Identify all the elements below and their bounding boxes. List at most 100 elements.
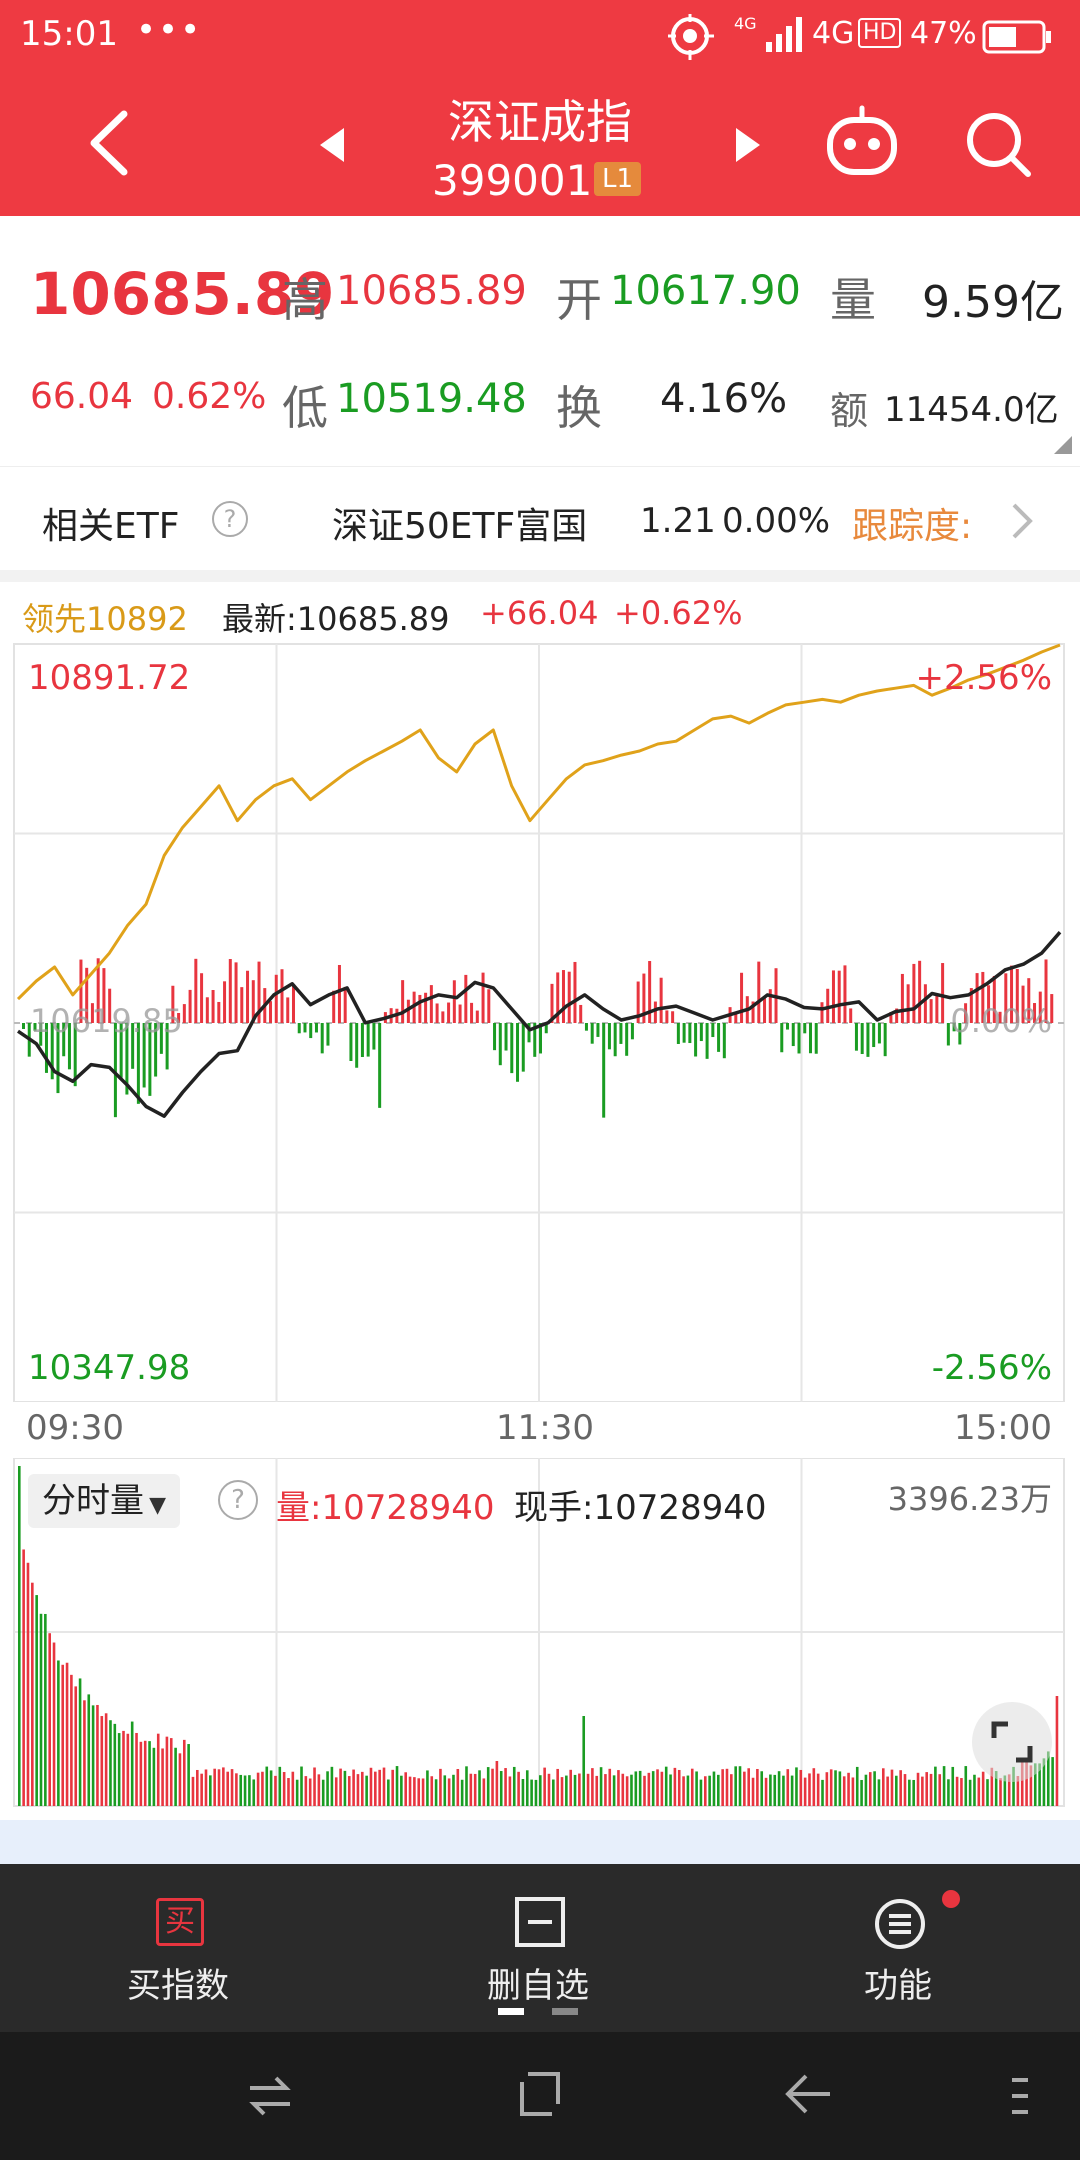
volume-help-icon[interactable]: ? bbox=[218, 1480, 258, 1520]
robot-icon[interactable] bbox=[824, 104, 900, 180]
home-icon[interactable] bbox=[516, 2070, 564, 2118]
breadth-bar bbox=[498, 1023, 502, 1066]
volume-bar bbox=[356, 1774, 360, 1806]
menu-circle-icon bbox=[875, 1899, 925, 1949]
next-stock-icon[interactable] bbox=[734, 126, 762, 164]
volume-bar bbox=[821, 1779, 824, 1806]
volume-bar bbox=[686, 1775, 690, 1806]
volume-bar bbox=[369, 1767, 373, 1806]
breadth-bar bbox=[843, 965, 847, 1023]
breadth-bar bbox=[676, 1023, 680, 1044]
volume-bar bbox=[860, 1779, 863, 1806]
volume-bar bbox=[44, 1613, 47, 1806]
volume-bar bbox=[174, 1747, 177, 1806]
volume-bar bbox=[712, 1771, 716, 1806]
volume-bar bbox=[217, 1769, 221, 1806]
volume-bar bbox=[387, 1779, 390, 1806]
volume-bar bbox=[261, 1771, 264, 1806]
breadth-bar bbox=[269, 1001, 273, 1023]
breadth-bar bbox=[659, 977, 663, 1023]
volume-bar bbox=[925, 1772, 929, 1806]
price-chart-svg[interactable] bbox=[0, 582, 1080, 1402]
breadth-bar bbox=[803, 1023, 807, 1034]
volume-bar bbox=[934, 1766, 937, 1806]
volume-bar bbox=[760, 1771, 764, 1806]
volume-bar bbox=[895, 1775, 898, 1806]
x-tick-1130: 11:30 bbox=[496, 1408, 594, 1448]
breadth-bar bbox=[475, 1010, 479, 1023]
breadth-bar bbox=[717, 1023, 721, 1052]
related-etf-row[interactable]: 相关ETF ? 深证50ETF富国 1.21 0.00% 跟踪度: bbox=[0, 466, 1080, 570]
page-indicator bbox=[552, 2008, 578, 2015]
search-icon[interactable] bbox=[962, 108, 1034, 180]
switch-app-icon[interactable] bbox=[246, 2074, 294, 2118]
breadth-bar bbox=[314, 1023, 318, 1033]
volume-bar bbox=[326, 1771, 329, 1806]
level-badge: L1 bbox=[594, 162, 642, 196]
volume-bar bbox=[573, 1774, 577, 1806]
breadth-bar bbox=[309, 1023, 313, 1039]
breadth-bar bbox=[343, 986, 347, 1023]
volume-bar bbox=[847, 1772, 850, 1806]
volume-bar bbox=[39, 1613, 43, 1806]
volume-bar bbox=[48, 1633, 51, 1806]
change-value: 66.04 bbox=[30, 376, 134, 417]
breadth-bar bbox=[280, 969, 284, 1023]
expand-corner-icon[interactable] bbox=[1054, 436, 1072, 454]
volume-bar bbox=[35, 1595, 38, 1806]
more-menu-icon[interactable] bbox=[1010, 2074, 1030, 2118]
volume-bar bbox=[460, 1779, 464, 1806]
function-button[interactable]: 功能 bbox=[820, 1878, 980, 2006]
volume-bar bbox=[395, 1766, 399, 1806]
etf-label: 相关ETF bbox=[42, 506, 180, 547]
breadth-bar bbox=[780, 1023, 784, 1053]
buy-index-button[interactable]: 买 买指数 bbox=[100, 1878, 260, 2006]
breadth-bar bbox=[223, 981, 227, 1023]
volume-bar bbox=[452, 1774, 455, 1806]
promo-banner[interactable] bbox=[0, 1820, 1080, 1864]
breadth-bar bbox=[699, 1023, 703, 1042]
volume-selector[interactable]: 分时量 ▼ bbox=[28, 1474, 181, 1528]
breadth-bar bbox=[883, 1023, 887, 1057]
breadth-bar bbox=[900, 973, 904, 1023]
page-indicator-active bbox=[498, 2008, 524, 2015]
volume-bar bbox=[556, 1768, 559, 1806]
volume-bar bbox=[890, 1769, 894, 1806]
volume-bar bbox=[352, 1769, 355, 1806]
volume-bar bbox=[495, 1761, 499, 1806]
volume-bar bbox=[530, 1779, 533, 1806]
volume-bar bbox=[512, 1766, 516, 1806]
breadth-bar bbox=[194, 958, 198, 1023]
volume-bar bbox=[334, 1777, 338, 1806]
fullscreen-button[interactable] bbox=[972, 1702, 1052, 1782]
breadth-bar bbox=[791, 1023, 795, 1047]
breadth-bar bbox=[665, 1010, 669, 1023]
volume-bar bbox=[378, 1769, 381, 1806]
breadth-bar bbox=[447, 1002, 451, 1023]
etf-help-icon[interactable]: ? bbox=[212, 501, 248, 537]
signal-icon bbox=[766, 17, 802, 52]
breadth-bar bbox=[211, 990, 215, 1023]
volume-bar bbox=[986, 1779, 989, 1806]
breadth-bar bbox=[487, 989, 491, 1023]
volume-bar bbox=[469, 1773, 473, 1806]
remove-watchlist-button[interactable]: 删自选 bbox=[460, 1878, 620, 2006]
breadth-bar bbox=[596, 1023, 600, 1037]
breadth-bar bbox=[786, 1023, 790, 1030]
back-nav-icon[interactable] bbox=[784, 2072, 834, 2116]
volume-bar bbox=[256, 1772, 260, 1806]
volume-bar bbox=[764, 1777, 768, 1806]
breadth-bar bbox=[877, 1023, 881, 1044]
volume-bar bbox=[777, 1771, 781, 1806]
volume-bar bbox=[786, 1769, 790, 1806]
volume-bar bbox=[599, 1767, 603, 1806]
volume-bar bbox=[191, 1776, 195, 1806]
volume-bar bbox=[708, 1775, 711, 1806]
volume-bar bbox=[235, 1773, 238, 1806]
intraday-chart[interactable]: 领先10892 最新:10685.89 +66.04 +0.62% 10891.… bbox=[0, 582, 1080, 1820]
volume-bar bbox=[313, 1767, 316, 1806]
volume-bar bbox=[74, 1686, 78, 1806]
y-top-label: 10891.72 bbox=[28, 658, 191, 698]
chevron-right-icon[interactable] bbox=[1010, 501, 1034, 541]
volume-bar bbox=[643, 1775, 646, 1806]
